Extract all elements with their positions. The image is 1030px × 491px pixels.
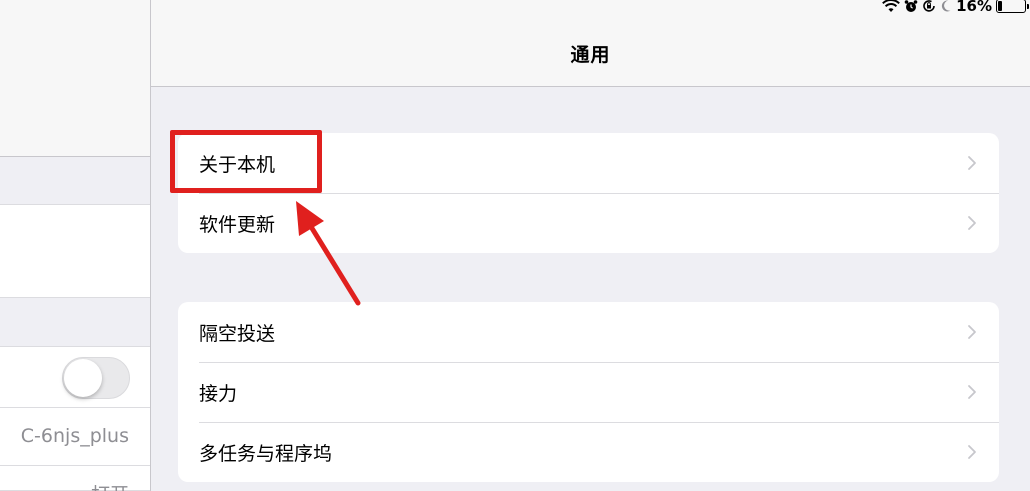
orientation-lock-icon (923, 0, 935, 12)
settings-group: 隔空投送 接力 多任务与程序坞 (178, 302, 999, 482)
master-pane: C-6njs_plus 打开 (0, 0, 151, 491)
alarm-icon (904, 0, 918, 12)
chevron-right-icon (968, 156, 976, 170)
row-label: 软件更新 (199, 213, 276, 236)
master-row-divider (0, 407, 150, 408)
chevron-right-icon (968, 385, 976, 399)
master-row-divider (0, 465, 150, 466)
settings-row-handoff[interactable]: 接力 (178, 362, 999, 422)
chevron-right-icon (968, 445, 976, 459)
status-bar: 16% (882, 0, 1029, 16)
row-label: 隔空投送 (199, 322, 276, 345)
settings-row-airdrop[interactable]: 隔空投送 (178, 302, 999, 362)
annotation-arrow-icon (296, 201, 361, 306)
master-toggle-switch[interactable] (62, 357, 130, 399)
navigation-bar: 16% 通用 (151, 0, 1030, 87)
chevron-right-icon (968, 216, 976, 230)
page-title: 通用 (570, 44, 611, 66)
battery-icon (996, 0, 1029, 13)
toggle-knob (64, 359, 102, 397)
battery-level-fill (998, 1, 1003, 11)
master-cell-value: C-6njs_plus (20, 425, 129, 447)
row-label: 接力 (199, 382, 238, 405)
master-cell-value: 打开 (91, 480, 129, 491)
moon-icon (941, 0, 951, 12)
master-cell[interactable] (0, 204, 150, 298)
chevron-right-icon (968, 325, 976, 339)
battery-percent: 16% (956, 0, 992, 15)
settings-row-multitasking-dock[interactable]: 多任务与程序坞 (178, 422, 999, 482)
row-label: 多任务与程序坞 (199, 442, 333, 465)
master-header (0, 0, 150, 157)
wifi-icon (882, 0, 900, 12)
annotation-highlight-box (170, 130, 322, 193)
